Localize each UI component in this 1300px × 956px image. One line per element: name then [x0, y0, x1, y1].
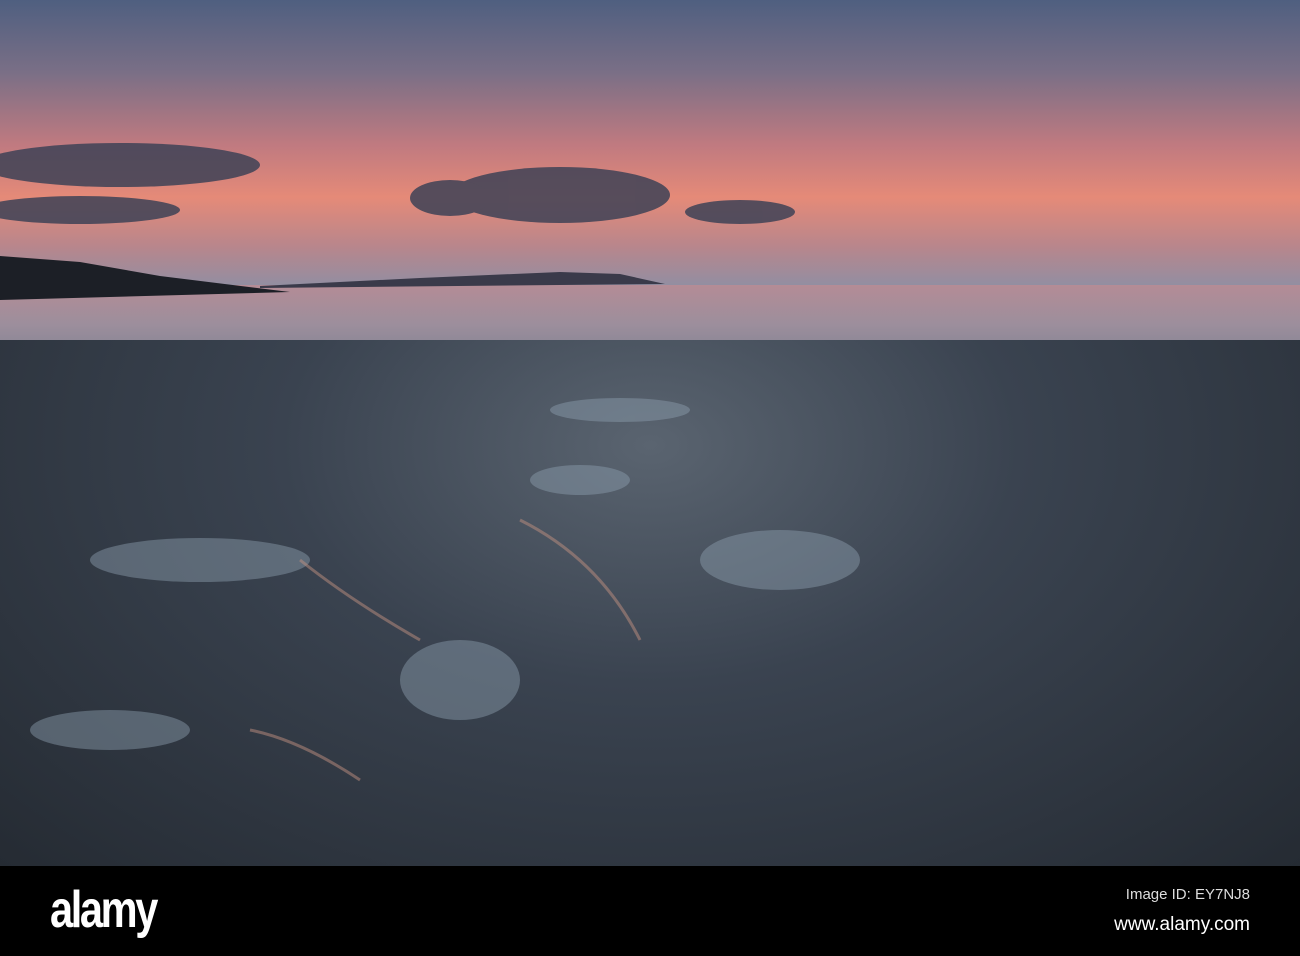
site-url: www.alamy.com [1114, 914, 1250, 935]
image-id: Image ID: EY7NJ8 [1125, 886, 1250, 903]
clouds [0, 143, 795, 224]
photo [0, 0, 1300, 866]
footer-bar: alamy Image ID: EY7NJ8 www.alamy.com [0, 866, 1300, 956]
headland [0, 256, 290, 300]
alamy-logo: alamy [50, 881, 158, 939]
distant-coast [260, 272, 665, 288]
tide-pools [30, 398, 860, 750]
scene-details [0, 143, 860, 782]
